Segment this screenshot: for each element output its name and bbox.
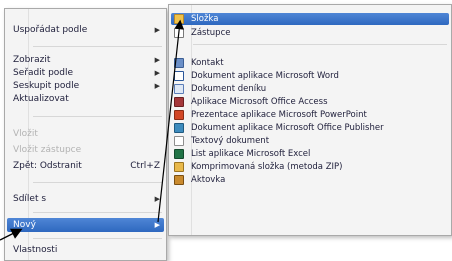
menu-item-aktualizovat[interactable]: Aktualizovat bbox=[7, 92, 164, 106]
submenu-item-label: Složka bbox=[191, 14, 219, 24]
submenu-item-kontakt[interactable]: Kontakt bbox=[171, 57, 449, 69]
menu-item-label: Zobrazit bbox=[13, 55, 51, 65]
menu-separator bbox=[33, 182, 162, 183]
shortcut-label: Ctrl+Z bbox=[130, 161, 160, 171]
menu-item-label: Vlastnosti bbox=[13, 245, 58, 255]
folder-icon bbox=[174, 14, 184, 24]
menu-item-label: Nový bbox=[13, 220, 36, 230]
contact-icon bbox=[174, 58, 184, 68]
menu-item-label: Seskupit podle bbox=[13, 81, 80, 91]
menu-item-label: Zpět: Odstranit bbox=[13, 161, 82, 171]
submenu-item-publisher[interactable]: Dokument aplikace Microsoft Office Publi… bbox=[171, 122, 449, 134]
menu-item-vlozit-zastupce: Vložit zástupce bbox=[7, 143, 164, 157]
new-submenu: Složka Zástupce Kontakt Dokument aplikac… bbox=[168, 4, 452, 236]
submenu-item-label: Textový dokument bbox=[191, 136, 270, 146]
submenu-item-text-document[interactable]: Textový dokument bbox=[171, 135, 449, 147]
menu-item-zobrazit[interactable]: Zobrazit ▶ bbox=[7, 53, 164, 67]
submenu-item-label: Dokument aplikace Microsoft Office Publi… bbox=[191, 123, 384, 133]
powerpoint-icon bbox=[174, 110, 184, 120]
menu-item-novy[interactable]: Nový ▶ bbox=[7, 218, 164, 232]
submenu-item-label: List aplikace Microsoft Excel bbox=[191, 149, 311, 159]
submenu-item-label: Aplikace Microsoft Office Access bbox=[191, 97, 328, 107]
menu-separator bbox=[33, 212, 162, 213]
menu-item-label: Sdílet s bbox=[13, 194, 47, 204]
submenu-item-journal[interactable]: Dokument deníku bbox=[171, 83, 449, 95]
submenu-arrow-icon: ▶ bbox=[154, 69, 160, 77]
submenu-item-zastupce[interactable]: Zástupce bbox=[171, 27, 449, 39]
text-document-icon bbox=[174, 136, 184, 146]
submenu-arrow-icon: ▶ bbox=[154, 195, 160, 203]
context-menu: Uspořádat podle ▶ Zobrazit ▶ Seřadit pod… bbox=[4, 8, 167, 261]
menu-item-label: Vložit zástupce bbox=[13, 145, 82, 155]
submenu-item-access[interactable]: Aplikace Microsoft Office Access bbox=[171, 96, 449, 108]
menu-item-seskupit-podle[interactable]: Seskupit podle ▶ bbox=[7, 79, 164, 93]
submenu-item-label: Komprimovaná složka (metoda ZIP) bbox=[191, 162, 343, 172]
menu-item-usporadat-podle[interactable]: Uspořádat podle ▶ bbox=[7, 23, 164, 37]
menu-item-label: Uspořádat podle bbox=[13, 25, 88, 35]
submenu-item-label: Kontakt bbox=[191, 58, 224, 68]
menu-item-sdilet-s[interactable]: Sdílet s ▶ bbox=[7, 192, 164, 206]
submenu-item-label: Dokument deníku bbox=[191, 84, 267, 94]
submenu-arrow-icon: ▶ bbox=[154, 56, 160, 64]
submenu-item-zip[interactable]: Komprimovaná složka (metoda ZIP) bbox=[171, 161, 449, 173]
submenu-item-word[interactable]: Dokument aplikace Microsoft Word bbox=[171, 70, 449, 82]
submenu-separator bbox=[193, 44, 447, 45]
menu-item-label: Aktualizovat bbox=[13, 94, 69, 104]
menu-item-vlozit: Vložit bbox=[7, 127, 164, 141]
publisher-icon bbox=[174, 123, 184, 133]
menu-separator bbox=[33, 238, 162, 239]
shortcut-icon bbox=[174, 28, 184, 38]
menu-separator bbox=[33, 116, 162, 117]
menu-item-seradit-podle[interactable]: Seřadit podle ▶ bbox=[7, 66, 164, 80]
submenu-arrow-icon: ▶ bbox=[154, 221, 160, 229]
submenu-item-label: Prezentace aplikace Microsoft PowerPoint bbox=[191, 110, 367, 120]
menu-item-label: Seřadit podle bbox=[13, 68, 74, 78]
submenu-item-label: Aktovka bbox=[191, 175, 226, 185]
briefcase-icon bbox=[174, 175, 184, 185]
submenu-item-label: Dokument aplikace Microsoft Word bbox=[191, 71, 339, 81]
submenu-arrow-icon: ▶ bbox=[154, 82, 160, 90]
access-icon bbox=[174, 97, 184, 107]
submenu-item-slozka[interactable]: Složka bbox=[171, 13, 449, 25]
menu-item-zpet-odstranit[interactable]: Zpět: Odstranit Ctrl+Z bbox=[7, 159, 164, 173]
submenu-item-aktovka[interactable]: Aktovka bbox=[171, 174, 449, 186]
excel-icon bbox=[174, 149, 184, 159]
menu-item-vlastnosti[interactable]: Vlastnosti bbox=[7, 243, 164, 257]
word-document-icon bbox=[174, 71, 184, 81]
menu-item-label: Vložit bbox=[13, 129, 38, 139]
journal-icon bbox=[174, 84, 184, 94]
submenu-item-label: Zástupce bbox=[191, 28, 231, 38]
submenu-arrow-icon: ▶ bbox=[154, 26, 160, 34]
submenu-item-excel[interactable]: List aplikace Microsoft Excel bbox=[171, 148, 449, 160]
menu-separator bbox=[33, 46, 162, 47]
submenu-item-powerpoint[interactable]: Prezentace aplikace Microsoft PowerPoint bbox=[171, 109, 449, 121]
zip-folder-icon bbox=[174, 162, 184, 172]
